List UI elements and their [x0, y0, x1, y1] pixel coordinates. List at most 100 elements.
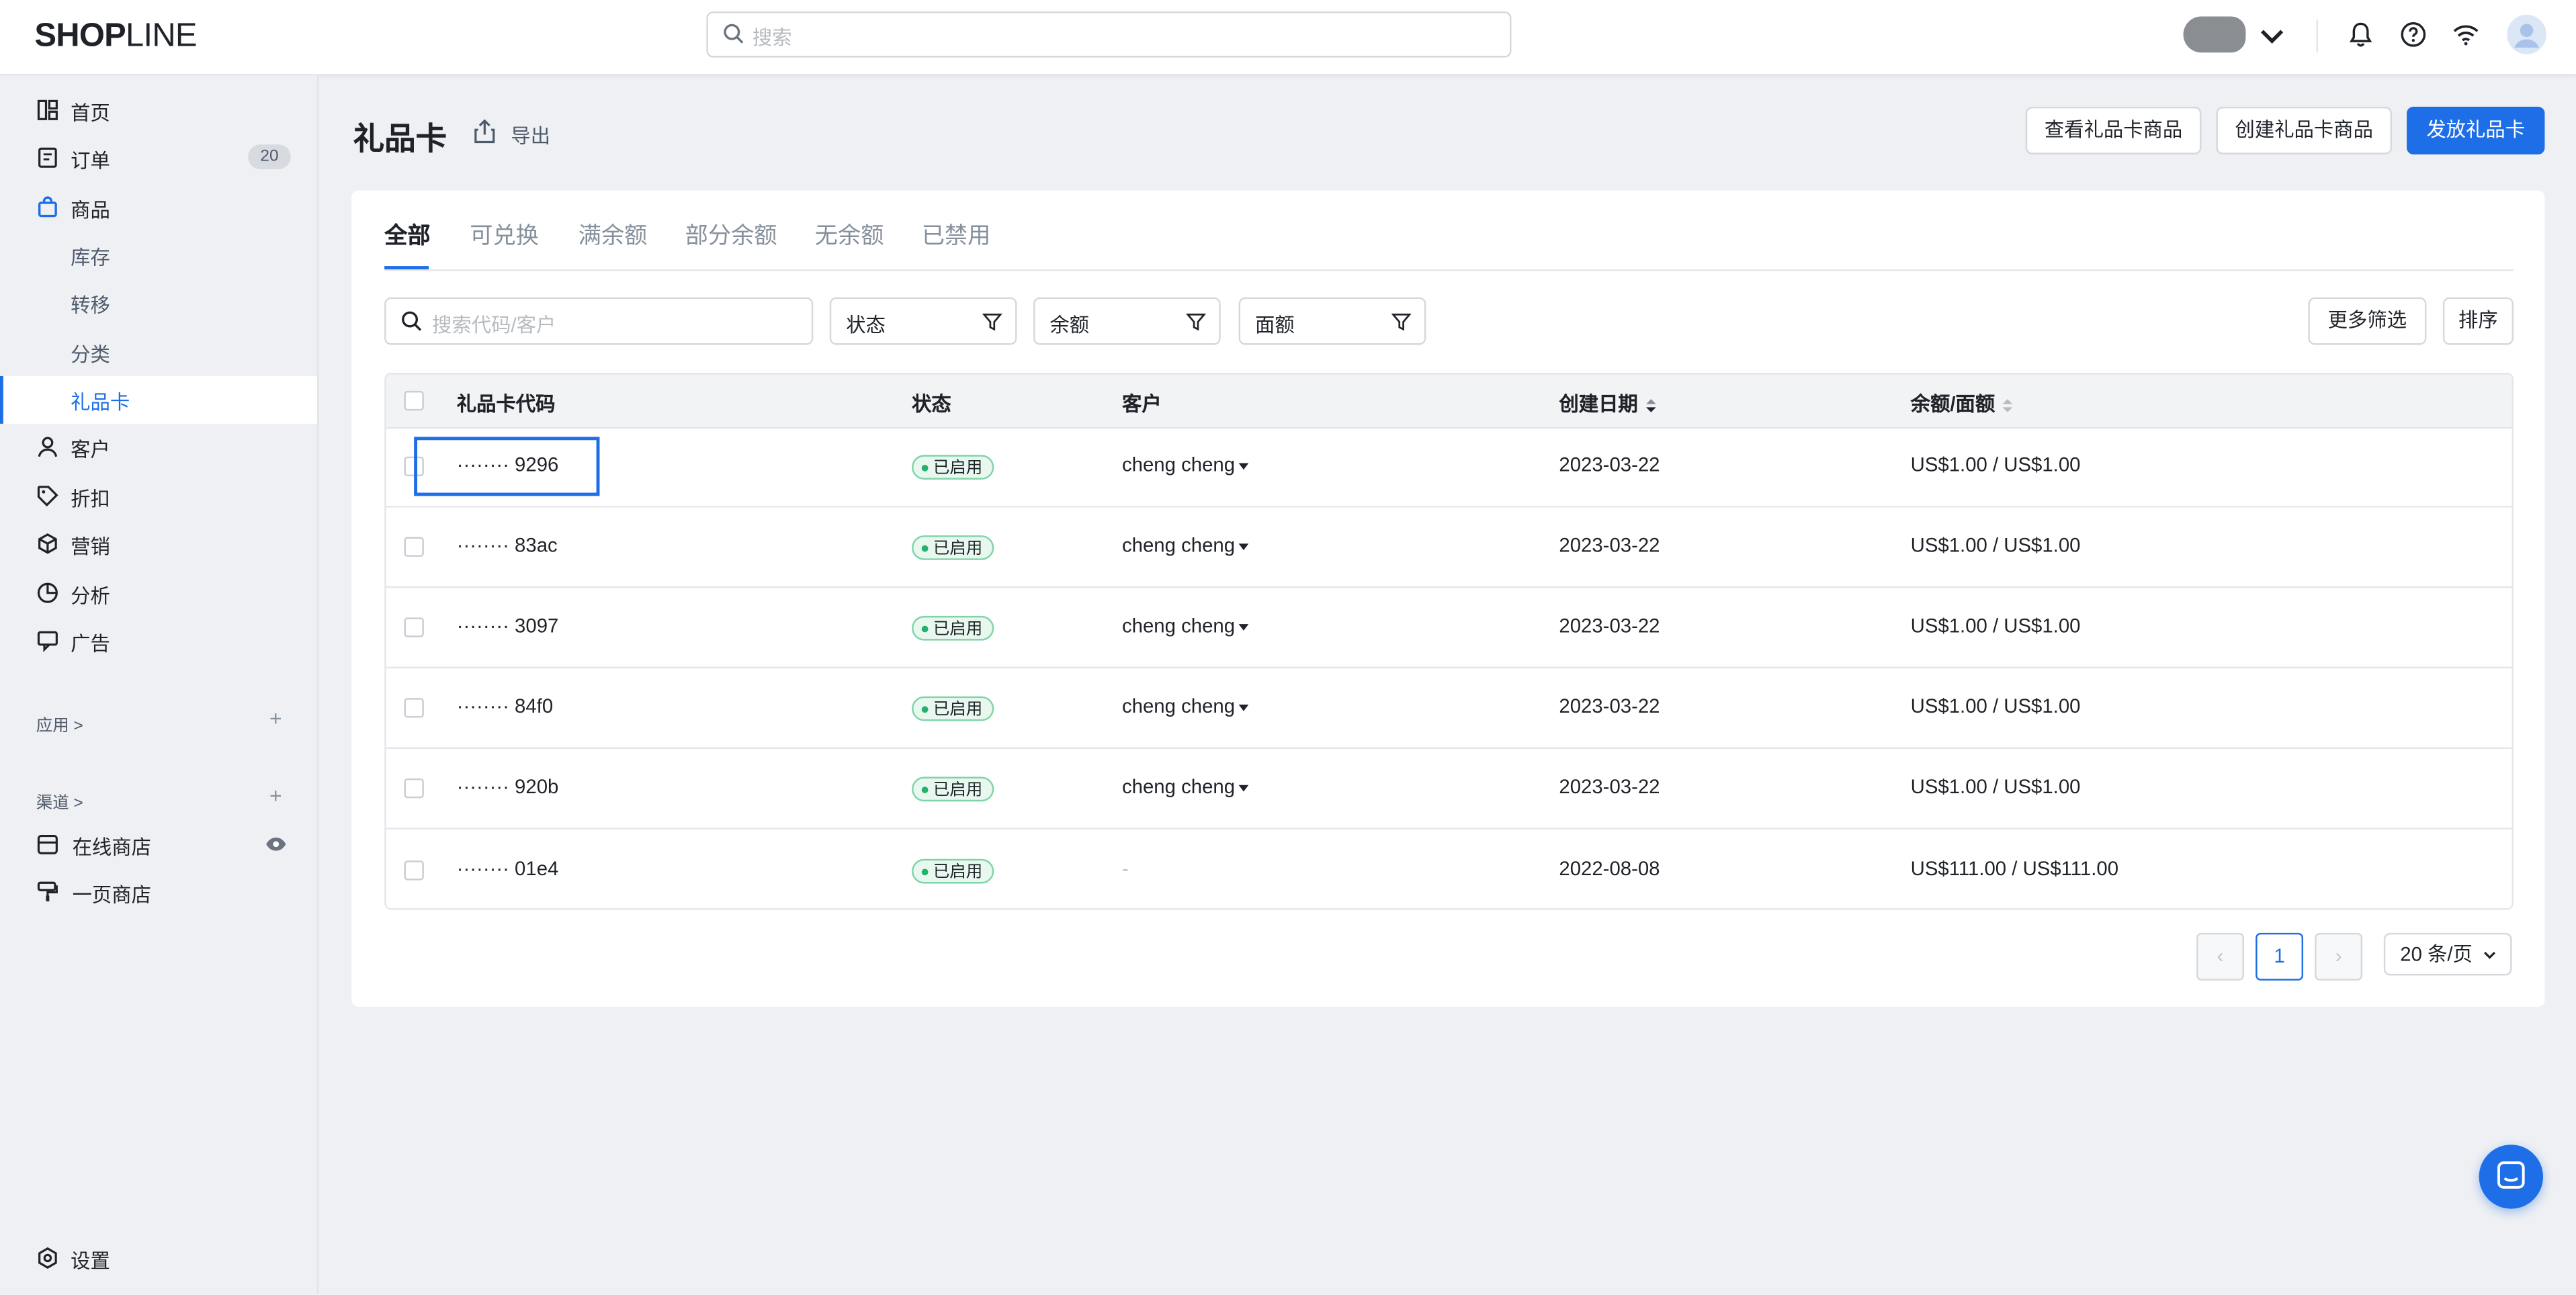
status-filter[interactable]: 状态: [829, 297, 1017, 345]
chevron-down-icon: [2484, 952, 2496, 959]
row-checkbox[interactable]: [404, 617, 424, 637]
sidebar-item-customers[interactable]: 客户: [0, 424, 317, 472]
eye-icon[interactable]: [265, 836, 288, 852]
sidebar-item-label: 设置: [71, 1249, 110, 1273]
created-date-label: 创建日期: [1559, 392, 1638, 416]
tab-partial-balance[interactable]: 部分余额: [685, 218, 777, 251]
select-all-checkbox[interactable]: [404, 390, 424, 411]
table-row[interactable]: ········ 9296 已启用 cheng cheng 2023-03-22…: [386, 427, 2512, 508]
sidebar-item-categories[interactable]: 分类: [0, 328, 317, 376]
balance-value: US$1.00 / US$1.00: [1910, 775, 2081, 799]
table-row[interactable]: ········ 01e4 已启用 - 2022-08-08 US$111.00…: [386, 830, 2512, 908]
created-date: 2023-03-22: [1559, 453, 1660, 477]
customer-empty: -: [1122, 857, 1129, 881]
sidebar-item-inventory[interactable]: 库存: [0, 232, 317, 279]
column-header-balance[interactable]: 余额/面额: [1911, 389, 2015, 417]
column-header-created-date[interactable]: 创建日期: [1559, 389, 1658, 417]
sidebar-item-analytics[interactable]: 分析: [0, 570, 317, 617]
header-divider: [2316, 19, 2319, 53]
search-placeholder: 搜索代码/客户: [432, 314, 556, 337]
gift-card-code[interactable]: ········ 83ac: [457, 534, 558, 557]
balance-filter[interactable]: 余额: [1033, 297, 1221, 345]
sidebar-item-home[interactable]: 首页: [0, 87, 317, 135]
sidebar-item-settings[interactable]: 设置: [0, 1235, 317, 1283]
order-icon: [38, 147, 57, 168]
add-app-icon[interactable]: +: [269, 706, 282, 731]
sidebar-item-ads[interactable]: 广告: [0, 617, 317, 665]
shopline-logo[interactable]: SHOPLINE: [34, 17, 198, 56]
view-gift-card-products-button[interactable]: 查看礼品卡商品: [2025, 106, 2202, 154]
gift-card-code[interactable]: ········ 9296: [457, 453, 559, 476]
row-checkbox[interactable]: [404, 860, 424, 881]
tab-all[interactable]: 全部: [384, 218, 430, 251]
sidebar-item-one-page-store[interactable]: 一页商店: [0, 868, 317, 916]
row-checkbox[interactable]: [404, 778, 424, 799]
help-icon[interactable]: [2399, 19, 2428, 49]
sidebar: 首页 订单 20 商品 库存 转移 分类 礼品卡 客户 折扣 营销 分析 广告 …: [0, 75, 319, 1294]
table-row[interactable]: ········ 84f0 已启用 cheng cheng 2023-03-22…: [386, 668, 2512, 749]
code-customer-search-input[interactable]: 搜索代码/客户: [384, 297, 814, 345]
apps-section-label[interactable]: 应用 >: [36, 711, 83, 736]
logo-light: LINE: [126, 17, 198, 54]
sidebar-item-transfers[interactable]: 转移: [0, 279, 317, 327]
prev-page-button[interactable]: ‹: [2196, 932, 2245, 981]
row-checkbox[interactable]: [404, 698, 424, 718]
row-checkbox[interactable]: [404, 537, 424, 557]
person-icon: [38, 437, 58, 457]
sort-button[interactable]: 排序: [2442, 297, 2514, 345]
chevron-down-icon[interactable]: [2258, 21, 2287, 51]
more-filters-button[interactable]: 更多筛选: [2308, 297, 2427, 345]
caret-down-icon: [1238, 543, 1248, 550]
search-icon: [724, 24, 744, 44]
gift-card-code[interactable]: ········ 84f0: [457, 695, 553, 717]
page-1-button[interactable]: 1: [2256, 932, 2304, 981]
wifi-icon[interactable]: [2451, 19, 2481, 49]
table-row[interactable]: ········ 920b 已启用 cheng cheng 2023-03-22…: [386, 749, 2512, 830]
global-search-input[interactable]: 搜索: [706, 11, 1512, 58]
customer-dropdown[interactable]: cheng cheng: [1122, 453, 1248, 476]
sidebar-item-marketing[interactable]: 营销: [0, 521, 317, 568]
next-page-button[interactable]: ›: [2315, 932, 2363, 981]
gift-card-code[interactable]: ········ 3097: [457, 614, 559, 637]
tab-no-balance[interactable]: 无余额: [815, 218, 884, 251]
pie-icon: [37, 582, 58, 603]
sidebar-item-gift-cards[interactable]: 礼品卡: [0, 375, 317, 424]
funnel-icon: [1391, 313, 1412, 331]
customer-name: cheng cheng: [1122, 533, 1236, 557]
user-avatar-icon[interactable]: [2507, 15, 2546, 54]
table-header: 礼品卡代码 状态 客户 创建日期 余额/面额: [386, 374, 2512, 429]
gift-card-code[interactable]: ········ 01e4: [457, 857, 559, 880]
balance-value: US$111.00 / US$111.00: [1910, 857, 2119, 881]
sidebar-item-online-store[interactable]: 在线商店: [0, 821, 317, 869]
status-badge: 已启用: [912, 615, 994, 641]
balance-value: US$1.00 / US$1.00: [1910, 533, 2081, 557]
channels-section-label[interactable]: 渠道 >: [36, 789, 83, 813]
table-row[interactable]: ········ 83ac 已启用 cheng cheng 2023-03-22…: [386, 508, 2512, 588]
table-row[interactable]: ········ 3097 已启用 cheng cheng 2023-03-22…: [386, 588, 2512, 669]
tab-redeemable[interactable]: 可兑换: [470, 218, 539, 251]
face-value-filter[interactable]: 面额: [1238, 297, 1426, 345]
caret-down-icon: [1238, 463, 1248, 470]
gift-card-code[interactable]: ········ 920b: [457, 775, 559, 798]
chat-support-button[interactable]: [2479, 1145, 2544, 1209]
store-avatar[interactable]: [2183, 16, 2246, 53]
issue-gift-card-button[interactable]: 发放礼品卡: [2407, 106, 2545, 154]
sidebar-item-discounts[interactable]: 折扣: [0, 473, 317, 521]
status-badge: 已启用: [912, 455, 994, 480]
active-tab-indicator: [384, 266, 429, 269]
customer-dropdown[interactable]: cheng cheng: [1122, 614, 1248, 637]
create-gift-card-product-button[interactable]: 创建礼品卡商品: [2216, 106, 2393, 154]
customer-dropdown[interactable]: cheng cheng: [1122, 695, 1248, 718]
customer-dropdown[interactable]: cheng cheng: [1122, 534, 1248, 557]
created-date: 2023-03-22: [1559, 614, 1660, 637]
add-channel-icon[interactable]: +: [269, 783, 282, 808]
tab-disabled[interactable]: 已禁用: [922, 218, 991, 251]
logo-bold: SHOP: [34, 17, 126, 54]
sidebar-item-label: 礼品卡: [71, 390, 130, 414]
tab-full-balance[interactable]: 满余额: [578, 218, 648, 251]
sidebar-item-products[interactable]: 商品: [0, 184, 317, 232]
sidebar-item-orders[interactable]: 订单 20: [0, 134, 317, 182]
customer-dropdown[interactable]: cheng cheng: [1122, 775, 1248, 798]
bell-icon[interactable]: [2346, 19, 2376, 49]
page-size-select[interactable]: 20 条/页: [2383, 932, 2512, 976]
